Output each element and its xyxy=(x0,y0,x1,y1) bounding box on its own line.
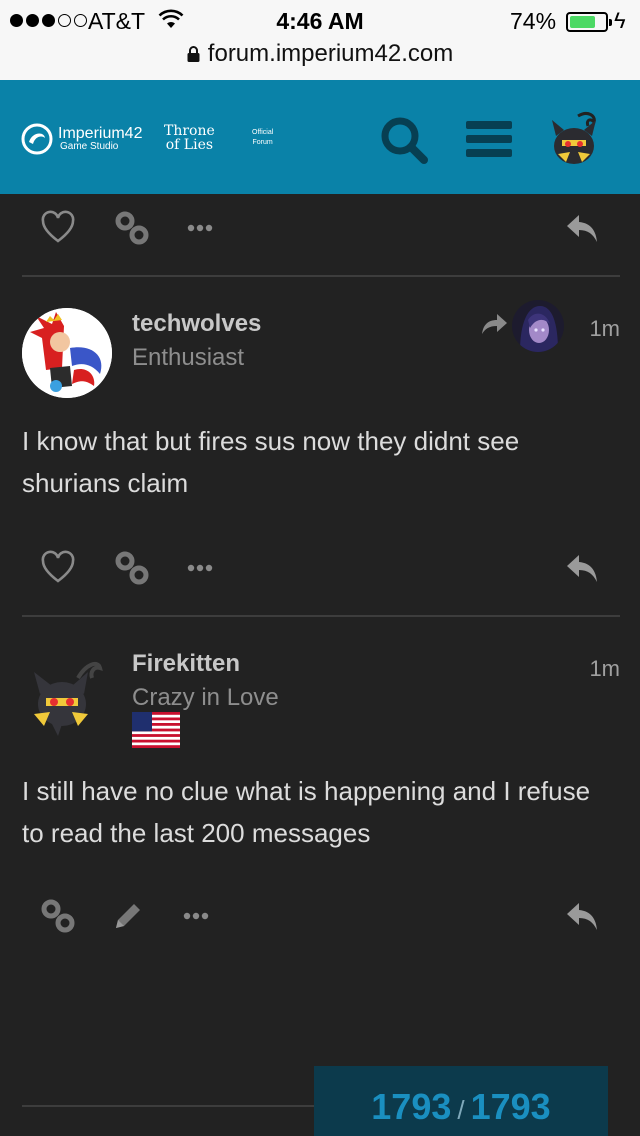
post-age[interactable]: 1m xyxy=(589,316,620,342)
forum-label-line2: Forum xyxy=(252,139,273,146)
game-title-line1: Throne xyxy=(164,123,215,139)
post-divider xyxy=(22,615,620,617)
ios-status-bar: AT&T 4:46 AM 74% ϟ forum.imperium42.com xyxy=(0,0,640,80)
more-icon[interactable] xyxy=(180,898,216,934)
progress-separator: / xyxy=(457,1095,465,1125)
forum-label-line1: Official xyxy=(252,129,274,136)
progress-current: 1793 xyxy=(371,1086,452,1127)
username[interactable]: Firekitten xyxy=(132,650,240,678)
url-text: forum.imperium42.com xyxy=(207,40,454,67)
more-icon[interactable] xyxy=(184,550,220,586)
brand-subtitle: Game Studio xyxy=(60,141,119,152)
link-icon[interactable] xyxy=(114,210,150,246)
topic-progress[interactable]: 1793/1793 xyxy=(314,1066,608,1136)
official-forum-label: Official Forum xyxy=(252,128,273,148)
imperium42-swirl-logo xyxy=(21,123,53,155)
timeline-divider xyxy=(22,1105,314,1107)
post-actions-previous xyxy=(0,202,640,252)
reply-to-avatar-image xyxy=(520,306,558,352)
avatar[interactable] xyxy=(22,308,112,398)
heart-icon[interactable] xyxy=(40,550,76,586)
post-body: I still have no clue what is happening a… xyxy=(22,776,591,848)
share-icon[interactable] xyxy=(480,312,508,336)
reply-icon[interactable] xyxy=(564,210,600,246)
reply-icon[interactable] xyxy=(564,550,600,586)
address-bar[interactable]: forum.imperium42.com xyxy=(0,40,640,68)
game-title-line2: of Lies xyxy=(165,137,214,153)
lock-icon xyxy=(187,46,200,62)
battery-percent: 74% xyxy=(510,8,557,34)
search-icon[interactable] xyxy=(378,114,430,166)
battery-icon xyxy=(566,12,612,32)
site-header: Imperium42 Game Studio Throne of Lies Of… xyxy=(0,80,640,194)
us-flag-icon xyxy=(132,712,180,748)
user-title: Crazy in Love xyxy=(132,684,279,711)
post-actions-techwolves xyxy=(0,542,640,592)
charging-icon: ϟ xyxy=(614,8,626,33)
reply-icon[interactable] xyxy=(564,898,600,934)
post-age[interactable]: 1m xyxy=(589,656,620,682)
post-divider xyxy=(22,275,620,277)
brand-name: Imperium42 xyxy=(58,125,143,142)
firekitten-avatar-image xyxy=(34,661,103,736)
avatar[interactable] xyxy=(22,650,112,740)
menu-icon[interactable] xyxy=(466,120,512,158)
user-avatar[interactable] xyxy=(542,106,606,170)
techwolves-avatar-image xyxy=(22,308,112,398)
progress-total: 1793 xyxy=(470,1086,551,1127)
user-title: Enthusiast xyxy=(132,344,245,371)
username[interactable]: techwolves xyxy=(132,310,261,338)
link-icon[interactable] xyxy=(40,898,76,934)
post-actions-firekitten xyxy=(0,890,640,940)
post-body: I know that but fires sus now they didnt… xyxy=(22,426,520,498)
link-icon[interactable] xyxy=(114,550,150,586)
reply-to-avatar[interactable] xyxy=(512,300,564,352)
more-icon[interactable] xyxy=(184,210,220,246)
imperium42-logo[interactable]: Imperium42 Game Studio xyxy=(20,122,142,156)
heart-icon[interactable] xyxy=(40,210,76,246)
edit-icon[interactable] xyxy=(110,898,146,934)
throne-of-lies-logo[interactable]: Throne of Lies xyxy=(164,124,215,152)
